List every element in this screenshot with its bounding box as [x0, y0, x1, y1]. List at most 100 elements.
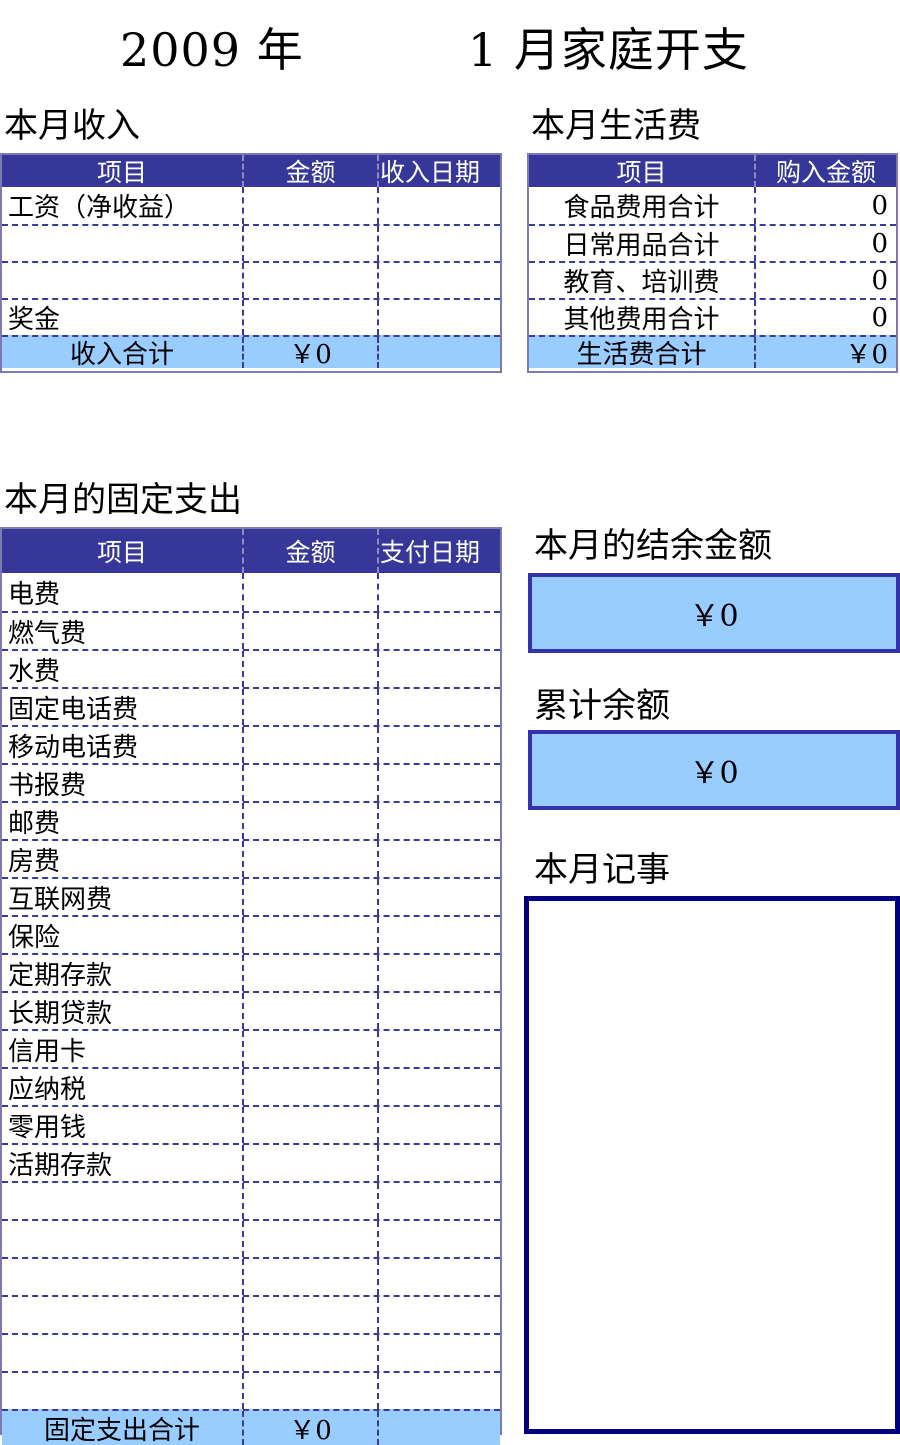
cell-amount[interactable]: [242, 651, 377, 687]
cell-item[interactable]: 移动电话费: [2, 727, 242, 763]
cell-item[interactable]: [2, 1183, 242, 1219]
cell-amount[interactable]: [242, 917, 377, 953]
monthly-notes-box[interactable]: [524, 896, 900, 1434]
cell-amount[interactable]: [242, 803, 377, 839]
cell-date[interactable]: [377, 993, 500, 1029]
cell-amount[interactable]: [242, 879, 377, 915]
cell-item[interactable]: 零用钱: [2, 1107, 242, 1143]
cell-date[interactable]: [377, 1373, 500, 1409]
table-row: [2, 1295, 500, 1333]
cell-item[interactable]: 日常用品合计: [529, 226, 754, 261]
cell-item[interactable]: 奖金: [2, 300, 242, 335]
cell-amount[interactable]: [242, 613, 377, 649]
cell-item[interactable]: 定期存款: [2, 955, 242, 991]
cell-amount[interactable]: [242, 727, 377, 763]
cell-item[interactable]: 互联网费: [2, 879, 242, 915]
cell-amount[interactable]: [242, 1259, 377, 1295]
cell-item[interactable]: [2, 1221, 242, 1257]
cell-item[interactable]: 书报费: [2, 765, 242, 801]
cell-date[interactable]: [377, 1145, 500, 1181]
cell-date[interactable]: [377, 1183, 500, 1219]
table-row: [2, 224, 500, 261]
cell-date[interactable]: [377, 1221, 500, 1257]
cell-date[interactable]: [377, 1335, 500, 1371]
cell-amount[interactable]: [242, 1297, 377, 1333]
cell-amount[interactable]: [242, 1107, 377, 1143]
cell-date[interactable]: [377, 765, 500, 801]
cell-date[interactable]: [377, 955, 500, 991]
cell-date[interactable]: [377, 1031, 500, 1067]
cell-amount[interactable]: [242, 263, 377, 298]
cell-amount[interactable]: [242, 765, 377, 801]
cell-item[interactable]: [2, 226, 242, 261]
cell-item[interactable]: 信用卡: [2, 1031, 242, 1067]
cell-date[interactable]: [377, 803, 500, 839]
cell-item[interactable]: [2, 263, 242, 298]
cell-amount[interactable]: [242, 300, 377, 335]
cell-date[interactable]: [377, 727, 500, 763]
cell-date[interactable]: [377, 651, 500, 687]
cell-item[interactable]: 食品费用合计: [529, 187, 754, 224]
fixed-expense-section-heading: 本月的固定支出: [4, 480, 242, 520]
income-column-item: 项目: [96, 158, 147, 187]
cell-item[interactable]: 邮费: [2, 803, 242, 839]
cell-amount[interactable]: [242, 841, 377, 877]
cell-amount[interactable]: [242, 187, 377, 224]
cell-item[interactable]: 房费: [2, 841, 242, 877]
cell-item[interactable]: [2, 1259, 242, 1295]
cell-amount[interactable]: [242, 1335, 377, 1371]
cell-item[interactable]: 固定电话费: [2, 689, 242, 725]
cell-date[interactable]: [377, 226, 500, 261]
monthly-balance-value[interactable]: ￥0: [528, 573, 900, 653]
cell-amount[interactable]: 0: [754, 187, 896, 224]
cell-amount[interactable]: [242, 1031, 377, 1067]
cell-date[interactable]: [377, 1069, 500, 1105]
cell-item[interactable]: 应纳税: [2, 1069, 242, 1105]
cell-item[interactable]: 其他费用合计: [529, 300, 754, 335]
cell-date[interactable]: [377, 300, 500, 335]
cell-item[interactable]: 燃气费: [2, 613, 242, 649]
cell-date[interactable]: [377, 841, 500, 877]
cell-item[interactable]: 工资（净收益）: [2, 187, 242, 224]
cell-date[interactable]: [377, 879, 500, 915]
cell-date[interactable]: [377, 1259, 500, 1295]
cell-amount[interactable]: [242, 993, 377, 1029]
income-section-heading: 本月收入: [4, 106, 140, 146]
cell-date[interactable]: [377, 917, 500, 953]
cell-date[interactable]: [377, 263, 500, 298]
cell-amount[interactable]: 0: [754, 263, 896, 298]
cell-item[interactable]: 教育、培训费: [529, 263, 754, 298]
cell-amount[interactable]: 0: [754, 226, 896, 261]
cell-amount[interactable]: [242, 1145, 377, 1181]
cell-amount[interactable]: [242, 955, 377, 991]
cell-item[interactable]: 长期贷款: [2, 993, 242, 1029]
cumulative-balance-value[interactable]: ￥0: [528, 730, 900, 810]
cell-amount[interactable]: [242, 1373, 377, 1409]
income-table-body: 工资（净收益） 奖金: [2, 187, 500, 335]
cell-amount[interactable]: [242, 689, 377, 725]
cell-amount[interactable]: [242, 226, 377, 261]
cell-amount[interactable]: [242, 1183, 377, 1219]
title-main: 1 月家庭开支: [468, 23, 749, 77]
cell-item[interactable]: [2, 1335, 242, 1371]
cell-item[interactable]: 活期存款: [2, 1145, 242, 1181]
cell-item[interactable]: [2, 1373, 242, 1409]
cell-amount[interactable]: 0: [754, 300, 896, 335]
cell-amount[interactable]: [242, 573, 377, 611]
cell-item[interactable]: 水费: [2, 651, 242, 687]
cell-date[interactable]: [377, 573, 500, 611]
cell-amount[interactable]: [242, 1069, 377, 1105]
cell-date[interactable]: [377, 613, 500, 649]
cell-item[interactable]: 保险: [2, 917, 242, 953]
cell-date[interactable]: [377, 1107, 500, 1143]
cell-item[interactable]: 电费: [2, 573, 242, 611]
cell-date[interactable]: [377, 689, 500, 725]
cell-date[interactable]: [377, 187, 500, 224]
fixed-total-row: 固定支出合计 ￥0: [2, 1409, 500, 1445]
cell-date[interactable]: [377, 1297, 500, 1333]
cell-amount[interactable]: [242, 1221, 377, 1257]
cell-item[interactable]: [2, 1297, 242, 1333]
table-row: 长期贷款: [2, 991, 500, 1029]
income-column-amount: 金额: [242, 155, 377, 187]
table-row: 活期存款: [2, 1143, 500, 1181]
